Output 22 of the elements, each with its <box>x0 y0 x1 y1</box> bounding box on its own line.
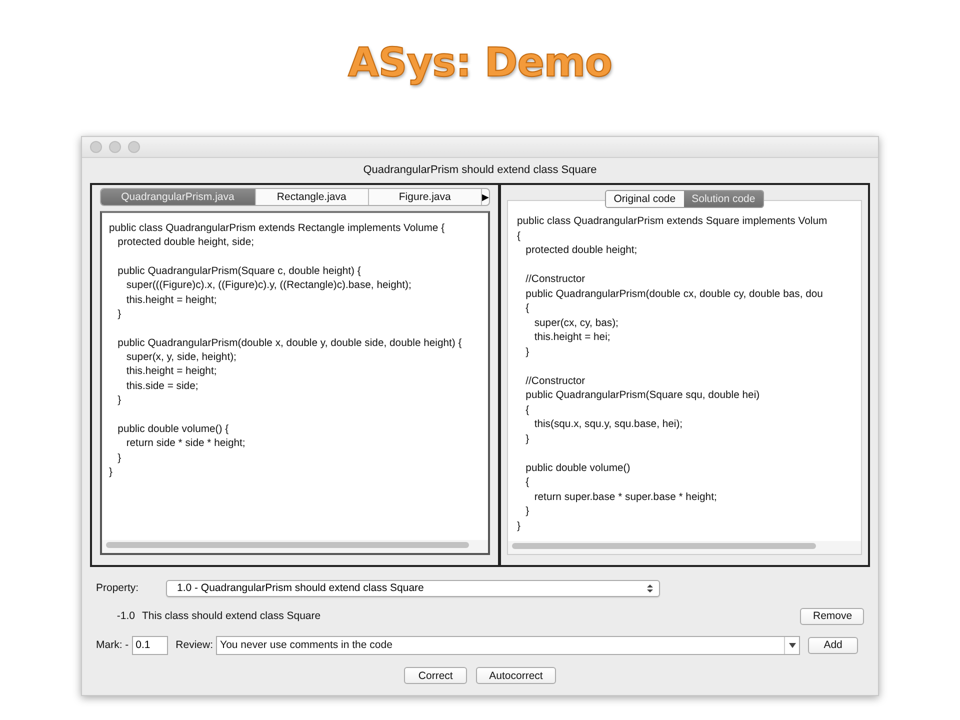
code-text: public class QuadrangularPrism extends Rectangle implements Volume { protected double height, side; public QuadrangularPrism(Square c, double height) { super(((Figure)c).x, ((Figure)c).y, ((Rectangle)c).base, height); this.height = height; } public QuadrangularPrism(double x, double y, double side, double height) { super(x, y, side, height); this.height = height; this.side = side; } public double volume() { return side * side * height; } } <box>108 222 463 480</box>
property-dropdown[interactable]: 1.0 - QuadrangularPrism should extend class Square <box>166 580 660 596</box>
window-title: QuadrangularPrism should extend class Square <box>363 163 597 178</box>
penalty-text: This class should extend class Square <box>142 610 322 622</box>
action-button[interactable]: Correct <box>404 667 468 684</box>
mark-label: Mark: - <box>96 639 129 651</box>
file-tab[interactable]: Figure.java <box>368 189 482 205</box>
slide-title: ASys: Demo <box>348 39 612 88</box>
code-tab[interactable]: Original code <box>606 191 684 207</box>
file-tab[interactable]: QuadrangularPrism.java <box>101 189 256 205</box>
mark-field[interactable]: 0.1 <box>132 636 168 654</box>
review-label: Review: <box>176 639 214 651</box>
tab-scroll-button[interactable]: ▶ <box>482 189 489 205</box>
code-text: public class QuadrangularPrism extends Square implements Volum { protected double height; //Constructor public QuadrangularPrism(double cx, double cy, double bas, dou { super(cx, cy, bas); this.height = hei; } //Constructor public QuadrangularPrism(Square squ, double hei) { this(squ.x, squ.y, squ.base, hei); } public double volume() { return super.base * super.base * height; } } <box>516 215 828 534</box>
add-button[interactable]: Add <box>808 636 858 654</box>
penalty-value: -1.0 <box>116 610 135 622</box>
remove-button[interactable]: Remove <box>800 608 864 624</box>
review-combo-box[interactable]: You never use comments in the code <box>216 636 800 654</box>
file-tab[interactable]: Rectangle.java <box>256 189 369 205</box>
code-tab[interactable]: Solution code <box>684 191 764 207</box>
property-label: Property: <box>96 582 140 594</box>
action-button[interactable]: Autocorrect <box>476 667 556 684</box>
